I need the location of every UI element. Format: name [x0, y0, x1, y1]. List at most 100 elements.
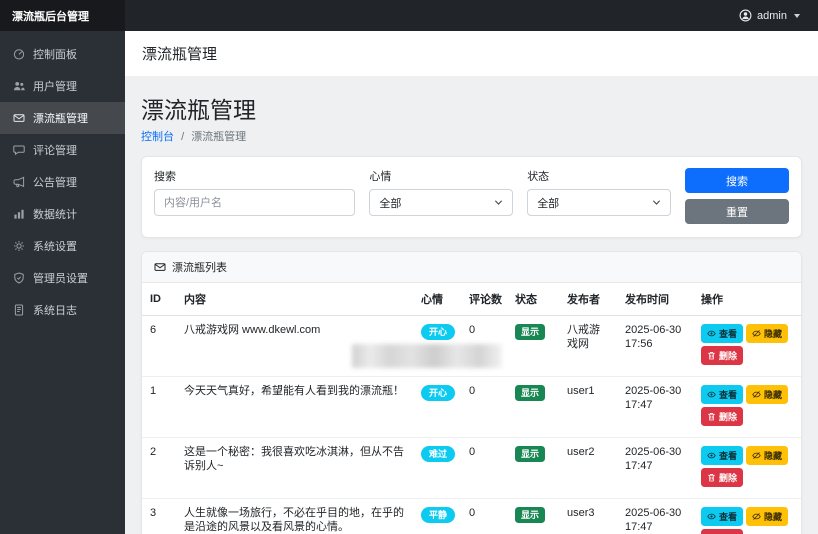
view-button[interactable]: 查看: [701, 385, 744, 404]
actions-cell: 查看隐藏删除: [693, 315, 801, 377]
publisher: user2: [559, 437, 617, 499]
sidebar-item-label: 公告管理: [33, 177, 77, 189]
column-header: 发布者: [559, 283, 617, 316]
sidebar-item-megaphone[interactable]: 公告管理: [0, 166, 125, 198]
sidebar-item-speedometer[interactable]: 控制面板: [0, 38, 125, 70]
sidebar-item-label: 用户管理: [33, 81, 77, 93]
status-select[interactable]: 全部: [527, 189, 672, 216]
status-badge: 显示: [515, 324, 546, 341]
eye-slash-icon: [752, 390, 761, 399]
envelope-icon: [154, 261, 166, 273]
sidebar-item-label: 管理员设置: [33, 273, 88, 285]
breadcrumb-home-link[interactable]: 控制台: [141, 131, 174, 143]
top-navbar: 漂流瓶后台管理 admin: [0, 0, 818, 31]
eye-icon: [707, 329, 716, 338]
gear-icon: [13, 240, 25, 252]
trash-icon: [707, 473, 716, 482]
table-row: 6 八戒游戏网 www.dkewl.com 开心 0 显示 八戒游戏网 2025-06-30…: [142, 315, 801, 377]
sidebar-item-label: 评论管理: [33, 145, 77, 157]
status-cell: 显示: [507, 315, 559, 377]
sidebar-item-bar-chart[interactable]: 数据统计: [0, 198, 125, 230]
trash-icon: [707, 412, 716, 421]
mood-select-value: 全部: [379, 197, 402, 210]
publish-time: 2025-06-30 17:47: [617, 437, 693, 499]
sidebar: 控制面板用户管理漂流瓶管理评论管理公告管理数据统计 系统设置管理员设置系统日志: [0, 31, 125, 534]
user-menu[interactable]: admin: [739, 9, 800, 22]
column-header: ID: [142, 283, 176, 316]
actions-cell: 查看隐藏删除: [693, 498, 801, 534]
app-brand[interactable]: 漂流瓶后台管理: [0, 0, 125, 31]
delete-button[interactable]: 删除: [701, 468, 744, 487]
publish-time: 2025-06-30 17:47: [617, 498, 693, 534]
delete-button[interactable]: 删除: [701, 529, 744, 534]
bottle-content: 今天天气真好，希望能有人看到我的漂流瓶！: [176, 376, 413, 438]
publisher: user3: [559, 498, 617, 534]
hide-button[interactable]: 隐藏: [746, 324, 789, 343]
status-cell: 显示: [507, 498, 559, 534]
people-icon: [13, 80, 25, 92]
bottle-table: ID 内容 心情 评论数 状态 发布者 发布时间 操作 6 八戒游戏网 www.dkewl.co…: [142, 283, 801, 534]
sidebar-item-chat[interactable]: 评论管理: [0, 134, 125, 166]
page-title: 漂流瓶管理: [141, 97, 256, 123]
mood-badge: 难过: [421, 446, 456, 463]
eye-slash-icon: [752, 512, 761, 521]
blurred-image: [352, 343, 502, 368]
view-button[interactable]: 查看: [701, 507, 744, 526]
column-header: 状态: [507, 283, 559, 316]
sidebar-item-people[interactable]: 用户管理: [0, 70, 125, 102]
mood-badge: 开心: [421, 324, 456, 341]
mood-label: 心情: [369, 171, 392, 183]
breadcrumb: 控制台 / 漂流瓶管理: [141, 128, 802, 144]
eye-icon: [707, 512, 716, 521]
page-topbar: 漂流瓶管理: [125, 31, 818, 76]
sidebar-item-shield[interactable]: 管理员设置: [0, 262, 125, 294]
sidebar-item-journal[interactable]: 系统日志: [0, 294, 125, 326]
search-input[interactable]: [154, 189, 356, 216]
shield-icon: [13, 272, 25, 284]
megaphone-icon: [13, 176, 25, 188]
hide-button[interactable]: 隐藏: [746, 385, 789, 404]
actions-cell: 查看隐藏删除: [693, 376, 801, 438]
page-header-title: 漂流瓶管理: [142, 46, 218, 63]
breadcrumb-current: 漂流瓶管理: [191, 131, 247, 143]
view-button[interactable]: 查看: [701, 446, 744, 465]
sidebar-item-envelope[interactable]: 漂流瓶管理: [0, 102, 125, 134]
status-select-value: 全部: [537, 197, 560, 210]
search-label: 搜索: [154, 171, 176, 183]
sidebar-item-gear[interactable]: 系统设置: [0, 230, 125, 262]
status-cell: 显示: [507, 376, 559, 438]
journal-icon: [13, 304, 25, 316]
hide-button[interactable]: 隐藏: [746, 446, 789, 465]
sidebar-item-label: 控制面板: [33, 49, 77, 61]
card-header: 漂流瓶列表: [142, 252, 801, 283]
status-cell: 显示: [507, 437, 559, 499]
bottle-id: 1: [142, 376, 176, 438]
bottle-content: 这是一个秘密：我很喜欢吃冰淇淋，但从不告诉别人~: [176, 437, 413, 499]
delete-button[interactable]: 删除: [701, 407, 744, 426]
bar-chart-icon: [13, 208, 25, 220]
mood-badge: 平静: [421, 507, 456, 524]
publish-time: 2025-06-30 17:56: [617, 315, 693, 377]
main-layout: 控制面板 用户管理 漂流瓶管理 评论管理 公告管理 数据统计 系统设置 管理员设置 系统日志 漂…: [0, 31, 818, 534]
breadcrumb-separator: /: [181, 131, 185, 143]
column-header: 内容: [176, 283, 413, 316]
publisher: user1: [559, 376, 617, 438]
mood-select[interactable]: 全部: [369, 189, 514, 216]
card-title: 漂流瓶列表: [172, 262, 227, 274]
hide-button[interactable]: 隐藏: [746, 507, 789, 526]
chevron-down-icon: [652, 198, 661, 207]
publish-time: 2025-06-30 17:47: [617, 376, 693, 438]
delete-button[interactable]: 删除: [701, 346, 744, 365]
comment-count: 0: [461, 437, 507, 499]
bottle-id: 6: [142, 315, 176, 377]
search-button[interactable]: 搜索: [685, 168, 790, 193]
chevron-down-icon: [794, 13, 800, 18]
reset-button[interactable]: 重置: [685, 199, 790, 224]
eye-icon: [707, 451, 716, 460]
comment-count: 0: [461, 498, 507, 534]
publisher: 八戒游戏网: [559, 315, 617, 377]
table-row: 3 人生就像一场旅行，不必在乎目的地，在乎的是沿途的风景以及看风景的心情。 平静 0 显…: [142, 498, 801, 534]
view-button[interactable]: 查看: [701, 324, 744, 343]
column-header: 发布时间: [617, 283, 693, 316]
filter-panel: 搜索 心情 全部 状态: [141, 156, 802, 238]
